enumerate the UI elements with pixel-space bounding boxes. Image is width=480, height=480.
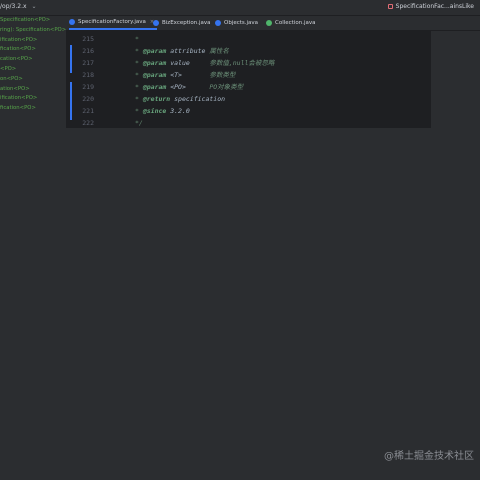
code-line: 220 * @return specification: [66, 93, 431, 105]
tab-specification-factory[interactable]: SpecificationFactory.java ×: [69, 16, 157, 30]
branch-label: /op/3.2.x: [0, 3, 27, 10]
code-editor[interactable]: 215 * 216 * @param attribute 属性名 217 * @…: [66, 31, 431, 128]
structure-item[interactable]: ification<PO>: [0, 36, 66, 46]
structure-item[interactable]: on<PO>: [0, 75, 66, 85]
watermark: @稀土掘金技术社区: [384, 451, 474, 462]
code-line: 215 *: [66, 33, 431, 45]
structure-item[interactable]: fication<PO>: [0, 104, 66, 114]
tab-label: BizException.java: [162, 20, 211, 26]
tab-label: Objects.java: [224, 20, 259, 26]
editor-tab-bar: SpecificationFactory.java × BizException…: [66, 16, 480, 31]
code-text: * @since 3.2.0: [135, 107, 190, 115]
tab-label: SpecificationFactory.java: [78, 19, 146, 25]
code-line: 218 * @param <T> 参数类型: [66, 69, 431, 81]
code-text: * @param <PO> PO对象类型: [135, 83, 244, 91]
line-number: 217: [82, 59, 94, 67]
line-number: 216: [82, 47, 94, 55]
tab-objects[interactable]: Objects.java: [215, 16, 258, 30]
line-number: 221: [82, 107, 94, 115]
code-text: * @param value 参数值,null会被忽略: [135, 59, 275, 67]
interface-icon: [266, 20, 272, 26]
code-text: * @param attribute 属性名: [135, 47, 229, 55]
line-number: 218: [82, 71, 94, 79]
run-config-icon: [387, 4, 393, 9]
code-line: 216 * @param attribute 属性名: [66, 45, 431, 57]
tab-biz-exception[interactable]: BizException.java: [153, 16, 211, 30]
code-line: 222 */: [66, 117, 431, 128]
tab-collection[interactable]: Collection.java: [266, 16, 315, 30]
code-text: *: [135, 35, 139, 43]
structure-item[interactable]: ation<PO>: [0, 85, 66, 95]
line-number: 222: [82, 119, 94, 127]
line-number: 219: [82, 83, 94, 91]
structure-item[interactable]: fication<PO>: [0, 45, 66, 55]
class-icon: [69, 19, 75, 25]
chevron-down-icon: ⌄: [31, 3, 37, 10]
title-bar: /op/3.2.x ⌄ SpecificationFac...ainsLike: [0, 0, 480, 16]
branch-selector[interactable]: /op/3.2.x ⌄: [0, 3, 37, 10]
structure-item[interactable]: cation<PO>: [0, 55, 66, 65]
structure-item[interactable]: Specification<PO>: [0, 16, 66, 26]
tab-label: Collection.java: [275, 20, 316, 26]
structure-panel: Specification<PO> ring): Specification<P…: [0, 16, 66, 128]
run-config-label: SpecificationFac...ainsLike: [395, 3, 474, 10]
run-configuration-selector[interactable]: SpecificationFac...ainsLike: [387, 3, 474, 10]
structure-item[interactable]: ification<PO>: [0, 94, 66, 104]
code-text: */: [135, 119, 143, 127]
editor-right-gutter: [431, 31, 480, 128]
code-line: 217 * @param value 参数值,null会被忽略: [66, 57, 431, 69]
line-number: 215: [82, 35, 94, 43]
code-line: 221 * @since 3.2.0: [66, 105, 431, 117]
class-icon: [153, 20, 159, 26]
code-text: * @param <T> 参数类型: [135, 71, 236, 79]
empty-workspace: @稀土掘金技术社区: [0, 128, 480, 468]
class-icon: [215, 20, 221, 26]
structure-item[interactable]: <PO>: [0, 65, 66, 75]
line-number: 220: [82, 95, 94, 103]
code-line: 219 * @param <PO> PO对象类型: [66, 81, 431, 93]
structure-item[interactable]: ring): Specification<PO>: [0, 26, 66, 36]
code-text: * @return specification: [135, 95, 226, 103]
